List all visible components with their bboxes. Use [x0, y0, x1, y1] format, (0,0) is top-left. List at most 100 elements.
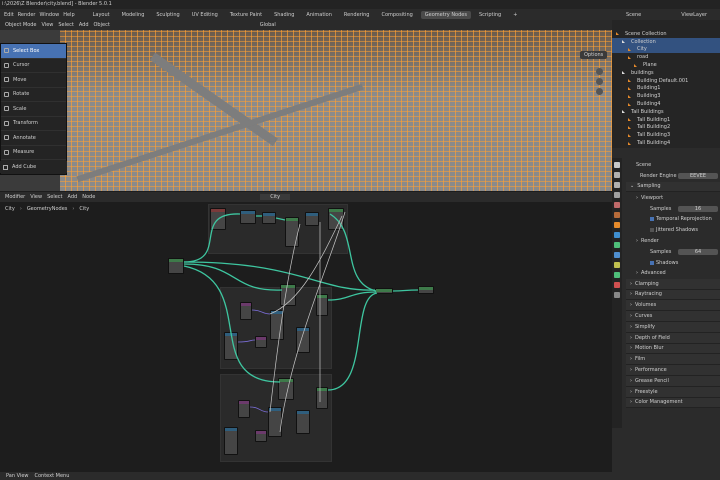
samples-field[interactable]: 64 — [678, 248, 718, 255]
tab-geometry-nodes[interactable]: Geometry Nodes — [420, 10, 471, 19]
property-row[interactable]: › Viewport — [626, 192, 720, 204]
property-row[interactable]: Samples 64 — [626, 246, 720, 258]
property-row[interactable]: › Raytracing — [626, 289, 720, 301]
tool-annotate[interactable]: Annotate — [1, 131, 66, 146]
outliner-row[interactable]: Building4 — [612, 100, 720, 108]
outliner-row[interactable]: Collection — [612, 37, 720, 46]
render-tab-icon[interactable] — [614, 172, 620, 178]
node-group-selector[interactable]: City — [260, 194, 291, 200]
checkbox[interactable] — [650, 217, 654, 222]
output-tab-icon[interactable] — [614, 182, 620, 188]
property-row[interactable]: › Grease Pencil — [626, 375, 720, 387]
property-row[interactable]: › Render — [626, 235, 720, 247]
tab-animation[interactable]: Animation — [302, 11, 336, 19]
tab-scripting[interactable]: Scripting — [475, 11, 505, 19]
property-row[interactable]: › Film — [626, 354, 720, 366]
outliner-row[interactable]: Tall Buildings — [612, 108, 720, 116]
physics-tab-icon[interactable] — [614, 252, 620, 258]
menu-render[interactable]: Render — [18, 12, 36, 18]
tab-shading[interactable]: Shading — [270, 11, 298, 19]
material-tab-icon[interactable] — [614, 282, 620, 288]
render-engine-dropdown[interactable]: EEVEE — [678, 173, 718, 180]
menu-select[interactable]: Select — [58, 22, 73, 28]
menu-select[interactable]: Select — [47, 194, 62, 200]
menu-node[interactable]: Node — [82, 194, 95, 200]
properties-search[interactable] — [612, 148, 720, 158]
constraints-tab-icon[interactable] — [614, 262, 620, 268]
pan-icon[interactable] — [595, 78, 603, 85]
property-row[interactable]: Temporal Reprojection — [626, 213, 720, 225]
checkbox[interactable] — [650, 260, 654, 265]
view-layer-selector[interactable]: ViewLayer — [681, 12, 707, 18]
outliner-row[interactable]: Tall Building4 — [612, 139, 720, 147]
view-layer-tab-icon[interactable] — [614, 192, 620, 198]
navigation-gizmo[interactable] — [586, 65, 612, 95]
modifier-tab-icon[interactable] — [614, 232, 620, 238]
outliner-row[interactable]: Building1 — [612, 85, 720, 93]
zoom-icon[interactable] — [595, 68, 603, 75]
editor-type-dropdown[interactable]: Modifier — [5, 194, 25, 200]
object-tab-icon[interactable] — [614, 222, 620, 228]
tab-sculpting[interactable]: Sculpting — [152, 11, 183, 19]
tool-tab-icon[interactable] — [614, 162, 620, 168]
property-row[interactable]: › Color Management — [626, 397, 720, 409]
property-row[interactable]: › Freestyle — [626, 386, 720, 398]
property-row[interactable]: Jittered Shadows — [626, 224, 720, 236]
property-row[interactable]: Samples 16 — [626, 203, 720, 214]
outliner-row[interactable]: Tall Building1 — [612, 116, 720, 124]
texture-tab-icon[interactable] — [614, 292, 620, 298]
menu-add[interactable]: Add — [68, 194, 78, 200]
property-row[interactable]: › Motion Blur — [626, 343, 720, 355]
outliner-row[interactable]: Building3 — [612, 92, 720, 100]
particles-tab-icon[interactable] — [614, 242, 620, 248]
tab-rendering[interactable]: Rendering — [340, 11, 374, 19]
property-row[interactable]: › Performance — [626, 365, 720, 376]
outliner-row[interactable]: Scene Collection — [612, 30, 720, 38]
add-workspace-button[interactable]: + — [509, 11, 521, 19]
menu-view[interactable]: View — [30, 194, 42, 200]
property-row[interactable]: › Volumes — [626, 300, 720, 312]
tool-transform[interactable]: Transform — [1, 117, 66, 131]
outliner-row[interactable]: road — [612, 53, 720, 61]
tab-layout[interactable]: Layout — [89, 11, 114, 19]
property-row[interactable]: › Curves — [626, 311, 720, 322]
checkbox[interactable] — [650, 228, 654, 233]
camera-icon[interactable] — [595, 88, 603, 95]
orientation-dropdown[interactable]: Global — [260, 22, 276, 28]
tab-compositing[interactable]: Compositing — [377, 11, 416, 19]
options-dropdown[interactable]: Options — [580, 51, 608, 59]
tool-rotate[interactable]: Rotate — [1, 88, 66, 102]
add-cube-tool[interactable]: Add Cube — [0, 161, 67, 173]
tab-modeling[interactable]: Modeling — [118, 11, 149, 19]
3d-viewport[interactable]: Object Mode View Select Add Object Globa… — [0, 20, 612, 191]
scene-selector[interactable]: Scene — [626, 12, 641, 18]
outliner-row[interactable]: buildings — [612, 69, 720, 77]
outliner-row[interactable]: Building Default.001 — [612, 77, 720, 85]
samples-field[interactable]: 16 — [678, 205, 718, 212]
outliner-row[interactable]: Tall Building2 — [612, 124, 720, 132]
menu-help[interactable]: Help — [63, 12, 74, 18]
tab-uv-editing[interactable]: UV Editing — [188, 11, 222, 19]
property-row[interactable]: Shadows — [626, 257, 720, 268]
menu-edit[interactable]: Edit — [4, 12, 14, 18]
property-row[interactable]: › Simplify — [626, 321, 720, 333]
menu-object[interactable]: Object — [94, 22, 110, 28]
tab-texture-paint[interactable]: Texture Paint — [226, 11, 266, 19]
property-row[interactable]: › Depth of Field — [626, 332, 720, 344]
outliner-row[interactable]: City — [612, 45, 720, 54]
data-tab-icon[interactable] — [614, 272, 620, 278]
property-row[interactable]: › Clamping — [626, 278, 720, 290]
tool-measure[interactable]: Measure — [1, 146, 66, 160]
tool-move[interactable]: Move — [1, 73, 66, 88]
scene-tab-icon[interactable] — [614, 202, 620, 208]
property-row[interactable]: › Advanced — [626, 267, 720, 279]
property-row[interactable]: ⌄ Sampling — [626, 181, 720, 193]
tool-cursor[interactable]: Cursor — [1, 59, 66, 73]
menu-view[interactable]: View — [42, 22, 54, 28]
outliner-row[interactable]: Plane — [612, 61, 720, 69]
menu-window[interactable]: Window — [40, 12, 60, 18]
tool-select-box[interactable]: Select Box — [1, 44, 66, 59]
menu-add[interactable]: Add — [79, 22, 89, 28]
world-tab-icon[interactable] — [614, 212, 620, 218]
mode-dropdown[interactable]: Object Mode — [5, 22, 37, 28]
